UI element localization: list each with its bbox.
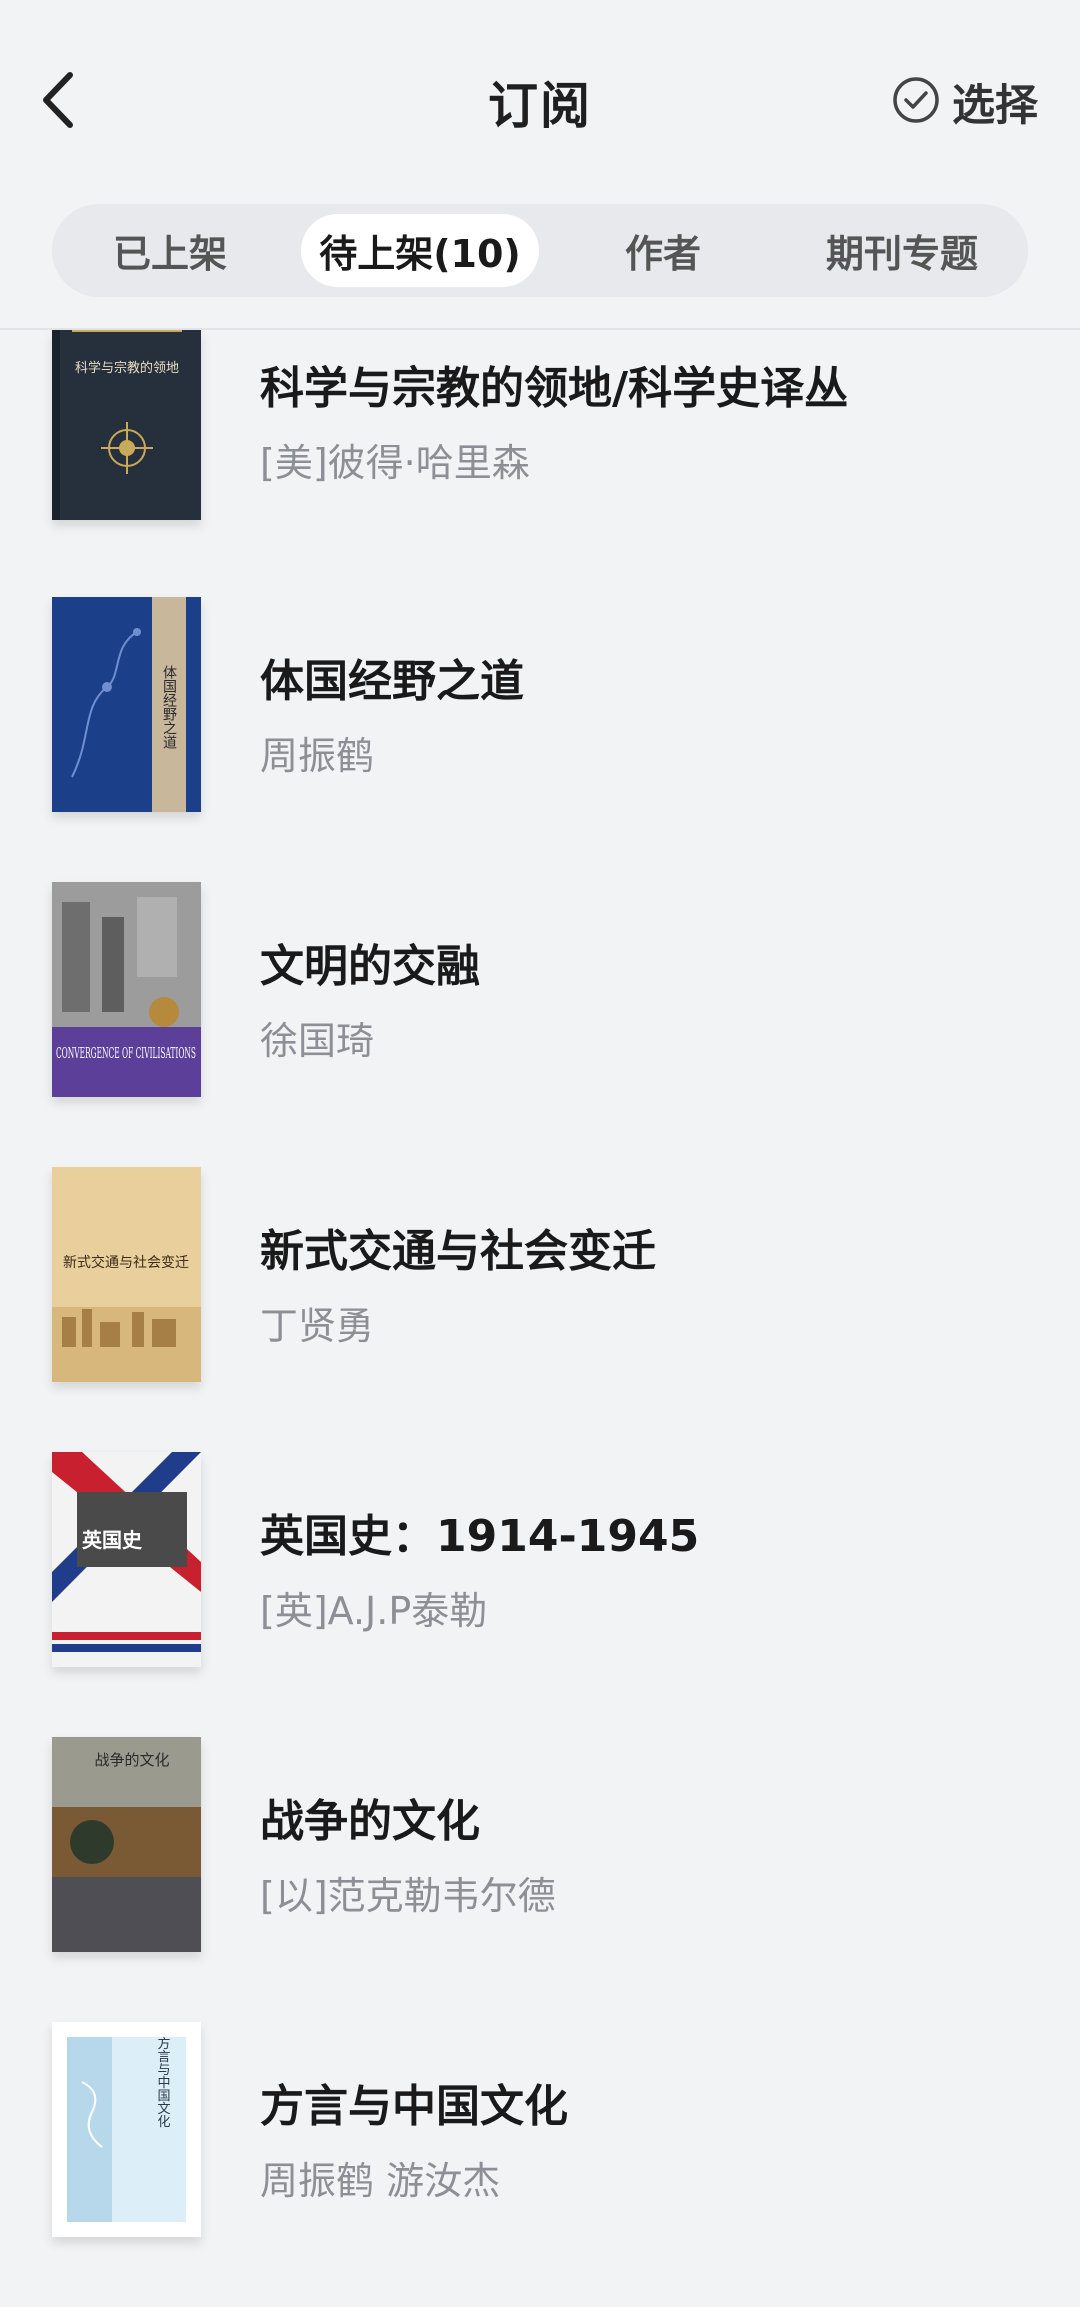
book-cover: 战争的文化 xyxy=(52,1737,201,1952)
book-title: 体国经野之道 xyxy=(260,656,524,707)
tab-pending[interactable]: 待上架(10) xyxy=(301,214,539,287)
cover-title-text: 方言与中国文化 xyxy=(155,2036,171,2129)
book-cover: CONVERGENCE OF CIVILISATIONS xyxy=(52,882,201,1097)
book-title: 方言与中国文化 xyxy=(260,2081,568,2132)
tab-journal-topics[interactable]: 期刊专题 xyxy=(787,214,1017,287)
cover-title-text: 战争的文化 xyxy=(94,1751,169,1769)
top-bar: 订阅 选择 xyxy=(0,0,1080,200)
select-label: 选择 xyxy=(952,81,1038,131)
book-row[interactable]: 体国经野之道 体国经野之道 周振鹤 xyxy=(0,597,1080,882)
book-title: 战争的文化 xyxy=(260,1796,480,1847)
book-row[interactable]: CONVERGENCE OF CIVILISATIONS 文明的交融 徐国琦 xyxy=(0,882,1080,1167)
book-cover: 体国经野之道 xyxy=(52,597,201,812)
book-author: 徐国琦 xyxy=(260,1019,375,1063)
tab-authors[interactable]: 作者 xyxy=(562,214,764,287)
book-cover: 英国史 xyxy=(52,1452,201,1667)
select-button[interactable]: 选择 xyxy=(892,72,1038,132)
book-author: [以]范克勒韦尔德 xyxy=(260,1874,556,1918)
check-circle-icon xyxy=(892,76,940,128)
book-author: [英]A.J.P泰勒 xyxy=(260,1589,488,1633)
book-row[interactable]: 英国史 英国史：1914-1945 [英]A.J.P泰勒 xyxy=(0,1452,1080,1737)
tab-bar: 已上架 待上架(10) 作者 期刊专题 xyxy=(52,204,1028,297)
cover-title-text: 体国经野之道 xyxy=(161,665,177,750)
book-title: 科学与宗教的领地/科学史译丛 xyxy=(260,363,849,414)
book-row[interactable]: 新式交通与社会变迁 新式交通与社会变迁 丁贤勇 xyxy=(0,1167,1080,1452)
book-row[interactable]: 战争的文化 战争的文化 [以]范克勒韦尔德 xyxy=(0,1737,1080,2022)
tab-shelved[interactable]: 已上架 xyxy=(64,214,276,287)
book-title: 新式交通与社会变迁 xyxy=(260,1226,656,1277)
cover-title-text: CONVERGENCE OF CIVILISATIONS xyxy=(56,1044,196,1062)
book-cover: 科学与宗教的领地 xyxy=(52,330,201,520)
book-author: 丁贤勇 xyxy=(260,1304,375,1348)
book-cover: 方言与中国文化 xyxy=(52,2022,201,2237)
book-cover: 新式交通与社会变迁 xyxy=(52,1167,201,1382)
cover-title-text: 新式交通与社会变迁 xyxy=(63,1254,189,1271)
cover-title-text: 科学与宗教的领地 xyxy=(75,360,179,376)
subscription-page: 订阅 选择 已上架 待上架(10) 作者 期刊专题 科学与宗教的领地 科学与宗教… xyxy=(0,0,1080,2307)
book-list: 科学与宗教的领地 科学与宗教的领地/科学史译丛 [美]彼得·哈里森 体国经野之道… xyxy=(0,330,1080,2307)
cover-title-text: 英国史 xyxy=(82,1528,143,1552)
book-row[interactable]: 方言与中国文化 方言与中国文化 周振鹤 游汝杰 xyxy=(0,2022,1080,2307)
book-row[interactable]: 科学与宗教的领地 科学与宗教的领地/科学史译丛 [美]彼得·哈里森 xyxy=(0,330,1080,615)
book-title: 英国史：1914-1945 xyxy=(260,1511,700,1562)
book-author: 周振鹤 游汝杰 xyxy=(260,2159,501,2203)
book-author: [美]彼得·哈里森 xyxy=(260,441,530,485)
book-author: 周振鹤 xyxy=(260,734,375,778)
book-title: 文明的交融 xyxy=(260,941,480,992)
